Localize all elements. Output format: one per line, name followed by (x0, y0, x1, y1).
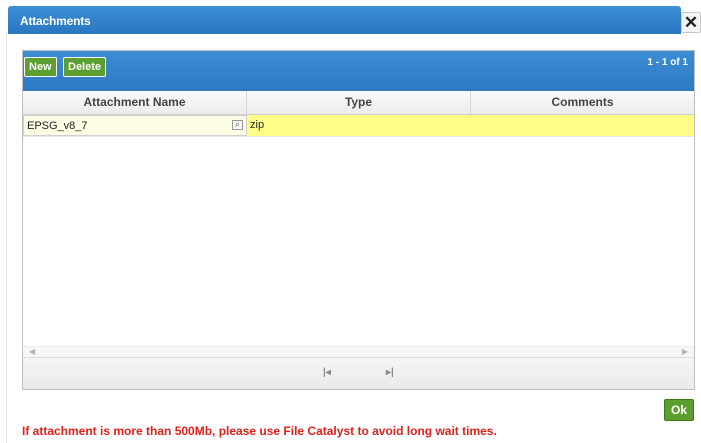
close-icon[interactable]: ✕ (681, 12, 701, 33)
grid-toolbar: New Delete 1 - 1 of 1 (23, 51, 694, 91)
last-page-icon[interactable]: ▸| (386, 367, 394, 378)
comments-cell[interactable] (471, 115, 694, 136)
scroll-right-icon[interactable]: ▶ (682, 347, 688, 357)
type-value: zip (250, 119, 265, 131)
ok-button[interactable]: Ok (664, 399, 694, 421)
type-cell[interactable]: zip (247, 115, 471, 136)
attachment-name-value: EPSG_v8_7 (27, 120, 88, 132)
grid-pager: |◂ ▸| (23, 357, 694, 389)
first-page-icon[interactable]: |◂ (323, 367, 331, 378)
scroll-left-icon[interactable]: ◀ (29, 347, 35, 357)
horizontal-scrollbar[interactable]: ◀ ▶ (23, 346, 694, 357)
column-header-comments[interactable]: Comments (471, 91, 694, 114)
grid-header: Attachment Name Type Comments (23, 91, 694, 115)
delete-button[interactable]: Delete (63, 57, 107, 77)
dialog-title: Attachments (20, 14, 91, 28)
attachments-dialog: Attachments ✕ New Delete 1 - 1 of 1 Atta… (0, 0, 701, 443)
record-count: 1 - 1 of 1 (647, 57, 688, 68)
size-notice: If attachment is more than 500Mb, please… (22, 424, 497, 438)
column-header-type[interactable]: Type (247, 91, 471, 114)
column-header-attachment-name[interactable]: Attachment Name (23, 91, 247, 114)
grid-body: EPSG_v8_7 ⌕ zip (23, 115, 694, 345)
attachments-grid: New Delete 1 - 1 of 1 Attachment Name Ty… (22, 50, 695, 390)
magnifier-icon[interactable]: ⌕ (232, 120, 243, 130)
dialog-titlebar: Attachments (8, 6, 681, 34)
window-edge (6, 32, 7, 443)
table-row[interactable]: EPSG_v8_7 ⌕ zip (23, 115, 694, 137)
new-button[interactable]: New (24, 57, 57, 77)
attachment-name-cell[interactable]: EPSG_v8_7 ⌕ (23, 115, 247, 136)
